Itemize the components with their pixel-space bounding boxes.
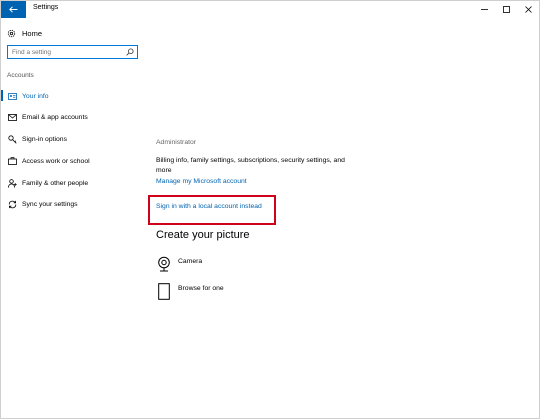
window-controls [473,1,539,18]
minimize-icon [480,9,488,10]
close-button[interactable] [517,1,539,18]
sidebar-item-label: Sync your settings [22,200,78,208]
sidebar-item-label: Email & app accounts [22,113,88,121]
sidebar-item-family-other-people[interactable]: Family & other people [1,176,151,190]
maximize-button[interactable] [495,1,517,18]
highlight-box [148,195,276,225]
sidebar-item-sync-your-settings[interactable]: Sync your settings [1,197,151,211]
back-button[interactable] [1,1,26,18]
sidebar-item-your-info[interactable]: Your info [1,89,151,103]
gear-icon [7,29,16,37]
create-picture-heading: Create your picture [156,229,250,241]
key-icon [7,134,17,144]
home-label: Home [22,28,43,38]
minimize-button[interactable] [473,1,495,18]
main-content: Administrator Billing info, family setti… [148,18,535,418]
sidebar-item-label: Sign-in options [22,135,67,143]
browse-option[interactable]: Browse for one [156,281,224,301]
camera-label: Camera [178,257,203,265]
maximize-icon [502,6,510,13]
sidebar-item-sign-in-options[interactable]: Sign-in options [1,132,151,146]
sidebar-item-access-work-or-school[interactable]: Access work or school [1,154,151,168]
add-person-icon [7,178,17,188]
mail-icon [7,113,17,121]
search-input[interactable] [12,48,122,57]
back-arrow-icon [9,6,18,13]
sync-icon [7,200,17,209]
manage-microsoft-account-link[interactable]: Manage my Microsoft account [156,178,247,185]
search-icon[interactable] [126,48,134,56]
sidebar-item-label: Access work or school [22,157,90,165]
camera-icon [156,254,172,274]
active-indicator [1,90,3,101]
briefcase-icon [7,157,17,165]
close-icon [524,6,532,13]
browse-file-icon [156,281,172,301]
search-box[interactable] [7,45,138,59]
browse-label: Browse for one [178,284,224,292]
settings-window: Settings Home Find a setting Accounts Yo… [0,0,540,419]
person-card-icon [7,92,17,100]
window-title: Settings [33,4,59,11]
account-role: Administrator [156,139,197,146]
accounts-section-label: Accounts [7,72,34,79]
billing-description: Billing info, family settings, subscript… [156,157,345,174]
home-nav-item[interactable]: Home [7,27,42,39]
title-bar: Settings [1,1,539,18]
sidebar-item-label: Your info [22,92,49,100]
sidebar-item-label: Family & other people [22,179,89,187]
sidebar-item-email-app-accounts[interactable]: Email & app accounts [1,110,151,124]
camera-option[interactable]: Camera [156,254,202,274]
local-account-link[interactable]: Sign in with a local account instead [156,203,262,210]
sidebar: Home Accounts Your info Email & app acco… [1,18,151,418]
